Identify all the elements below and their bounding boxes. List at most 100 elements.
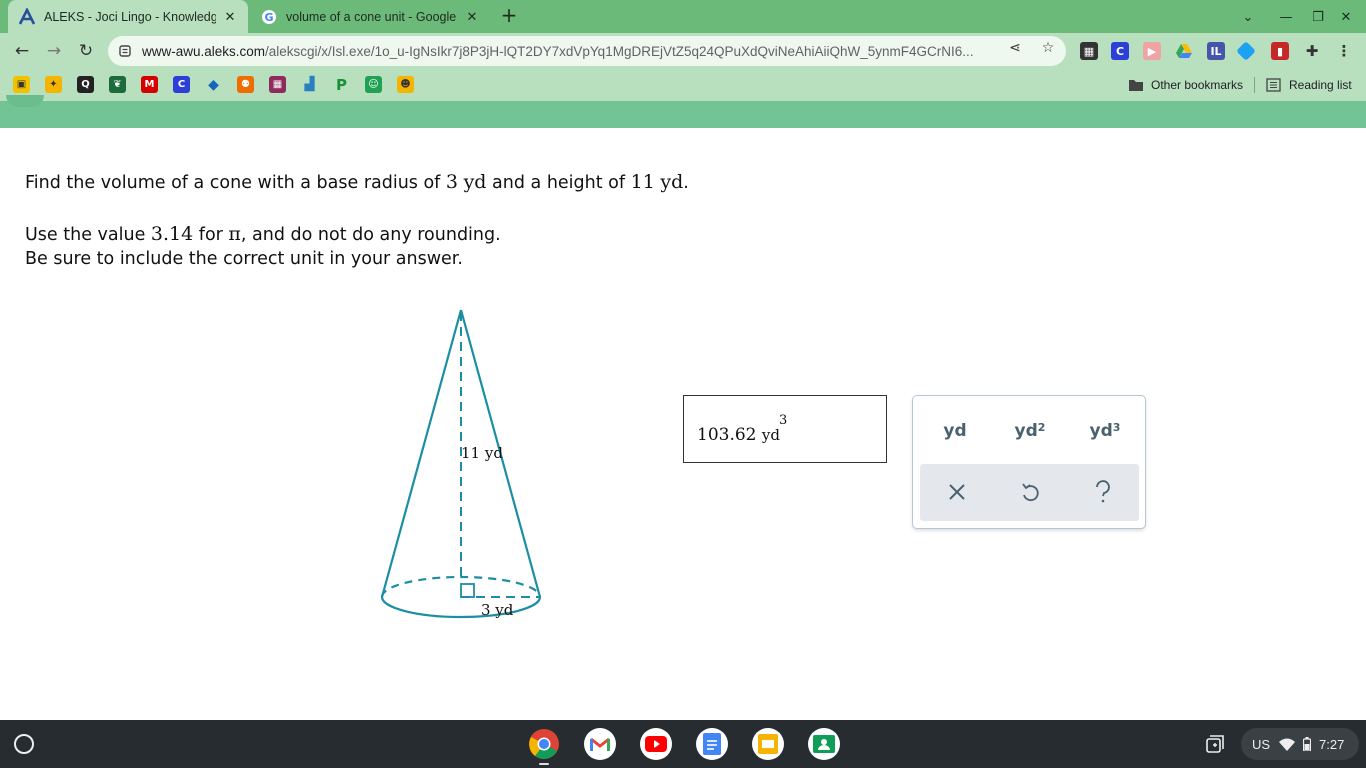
problem-text: Find the volume of a cone with a base ra… [25, 173, 446, 193]
google-drive-icon[interactable] [1175, 42, 1193, 60]
height-unit: yd [660, 171, 684, 193]
cone-diagram: 11 yd 3 yd [380, 309, 542, 619]
cone-base-front [380, 596, 542, 619]
bookmark-m-icon[interactable]: M [141, 76, 158, 93]
bookmark-smile-icon[interactable]: ☻ [397, 76, 414, 93]
extension-icon[interactable]: ▦ [1080, 42, 1098, 60]
gmail-app-icon[interactable] [584, 728, 616, 760]
other-bookmarks[interactable]: Other bookmarks [1128, 76, 1243, 94]
svg-text:G: G [264, 11, 273, 24]
bookmark-chart-icon[interactable]: ▟ [301, 76, 318, 93]
height-label: 11 yd [461, 444, 503, 462]
problem-text: for [193, 225, 229, 245]
header-corner-shape [6, 95, 44, 107]
cone-left-edge [380, 309, 463, 598]
bookmark-quizlet-icon[interactable]: Q [77, 76, 94, 93]
problem-text: , and do not do any rounding. [240, 225, 501, 245]
reading-list-icon [1266, 78, 1281, 92]
unit-exponent: 2 [1037, 420, 1046, 434]
answer-input[interactable]: 103.62 yd 3 [683, 395, 887, 463]
tab-search-chevron-icon[interactable]: ⌄ [1237, 6, 1259, 28]
classroom-app-icon[interactable] [808, 728, 840, 760]
bookmark-leaf-icon[interactable]: ❦ [109, 76, 126, 93]
answer-number: 103.62 [697, 425, 757, 445]
bookmark-star-icon[interactable]: ☆ [1038, 38, 1058, 58]
google-g-icon: G [260, 8, 278, 26]
unit-keypad: yd yd 2 yd 3 [912, 395, 1146, 529]
folder-icon [1129, 80, 1143, 91]
bookmarks-divider [1254, 77, 1255, 93]
wifi-icon [1278, 734, 1296, 754]
menu-kebab-icon[interactable]: ⋮ [1335, 42, 1353, 60]
browser-toolbar: ← → ↻ www-awu.aleks.com/alekscgi/x/Isl.e… [0, 33, 1366, 69]
tab-strip: ALEKS - Joci Lingo - Knowledge Check ✕ G… [0, 0, 1366, 33]
tab-aleks[interactable]: ALEKS - Joci Lingo - Knowledge Check ✕ [8, 0, 248, 33]
extension-reader-icon[interactable]: IL [1207, 42, 1225, 60]
radius-value: 3 [445, 171, 458, 193]
pi-value: 3.14 [150, 223, 194, 245]
address-bar[interactable]: www-awu.aleks.com/alekscgi/x/Isl.exe/1o_… [108, 36, 1066, 66]
share-icon[interactable]: ⋖ [1005, 38, 1025, 58]
input-locale[interactable]: US [1252, 734, 1270, 754]
unit-yd-button[interactable]: yd [935, 416, 975, 446]
url-host: www-awu.aleks.com [142, 43, 266, 59]
reading-list-label: Reading list [1289, 78, 1352, 92]
right-angle-marker [460, 583, 475, 598]
answer-value: 103.62 yd [697, 425, 780, 445]
extension-screencast-icon[interactable]: ▶ [1143, 42, 1161, 60]
forward-arrow-icon[interactable]: → [41, 38, 67, 64]
close-tab-icon[interactable]: ✕ [464, 9, 480, 25]
launcher-icon[interactable] [14, 734, 34, 754]
youtube-app-icon[interactable] [640, 728, 672, 760]
new-tab-button[interactable]: + [498, 5, 520, 27]
bookmark-grid-icon[interactable]: ▦ [269, 76, 286, 93]
os-shelf: US 7:27 [0, 720, 1366, 768]
undo-icon[interactable] [1015, 477, 1045, 507]
reload-icon[interactable]: ↻ [73, 38, 99, 64]
unit-yd3-button[interactable]: yd 3 [1083, 416, 1127, 446]
problem-text: and a height of [486, 173, 631, 193]
tab-google-search[interactable]: G volume of a cone unit - Google Search … [250, 0, 490, 33]
minimize-icon[interactable]: — [1275, 6, 1297, 28]
clock: 7:27 [1319, 736, 1345, 752]
answer-exponent: 3 [779, 413, 788, 428]
back-arrow-icon[interactable]: ← [9, 38, 35, 64]
bookmark-drop-icon[interactable]: ◆ [205, 76, 222, 93]
unit-label: yd [943, 421, 967, 441]
tote-icon[interactable] [1204, 734, 1226, 754]
extensions-puzzle-icon[interactable]: ✚ [1303, 42, 1321, 60]
docs-app-icon[interactable] [696, 728, 728, 760]
problem-line-1: Find the volume of a cone with a base ra… [25, 171, 689, 193]
chrome-app-icon[interactable] [528, 728, 560, 760]
unit-exponent: 3 [1112, 420, 1121, 434]
close-window-icon[interactable]: ✕ [1335, 6, 1357, 28]
problem-line-3: Be sure to include the correct unit in y… [25, 249, 463, 269]
aleks-header-band [0, 95, 1366, 128]
problem-text: . [683, 173, 689, 193]
bookmark-green-icon[interactable]: ☺ [365, 76, 382, 93]
site-info-icon[interactable] [118, 44, 132, 58]
bookmark-classroom-icon[interactable]: ▣ [13, 76, 30, 93]
answer-unit: yd [761, 426, 780, 444]
help-question-icon[interactable] [1088, 477, 1118, 507]
bookmark-people-icon[interactable]: ⚉ [237, 76, 254, 93]
bookmark-puzzle-icon[interactable]: ✦ [45, 76, 62, 93]
bookmarks-bar: ▣ ✦ Q ❦ M C ◆ ⚉ ▦ ▟ P ☺ ☻ Other bookmark… [0, 69, 1366, 101]
radius-label: 3 yd [481, 601, 514, 619]
bookmark-c-icon[interactable]: C [173, 76, 190, 93]
tab-title: volume of a cone unit - Google Search [286, 9, 458, 24]
extension-book-icon[interactable]: ▮ [1271, 42, 1289, 60]
clear-x-icon[interactable] [942, 477, 972, 507]
reading-list[interactable]: Reading list [1266, 76, 1352, 94]
problem-text: Use the value [25, 225, 151, 245]
extension-c-icon[interactable]: C [1111, 42, 1129, 60]
slides-app-icon[interactable] [752, 728, 784, 760]
unit-yd2-button[interactable]: yd 2 [1008, 416, 1052, 446]
restore-window-icon[interactable]: ❐ [1307, 6, 1329, 28]
address-url: www-awu.aleks.com/alekscgi/x/Isl.exe/1o_… [142, 44, 1002, 59]
close-tab-icon[interactable]: ✕ [222, 9, 238, 25]
extension-diamond-icon[interactable] [1236, 41, 1256, 61]
bookmark-p-icon[interactable]: P [333, 76, 350, 94]
problem-line-2: Use the value 3.14 for π, and do not do … [25, 223, 501, 245]
aleks-A-icon [18, 7, 36, 26]
